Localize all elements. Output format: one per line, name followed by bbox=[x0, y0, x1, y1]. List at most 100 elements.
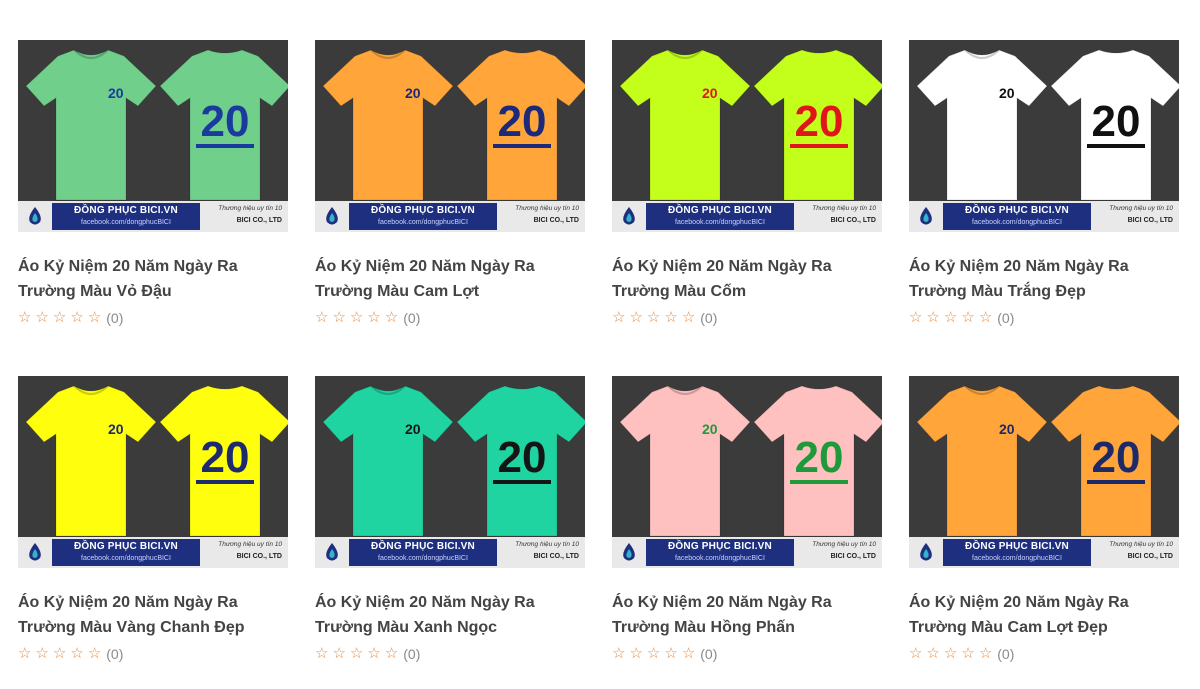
facebook-link: facebook.com/dongphucBICI bbox=[81, 219, 171, 226]
product-card: 20 20 ĐỒNG PHỤC BICI.VN facebook.com/don… bbox=[18, 40, 288, 327]
product-card: 20 20 ĐỒNG PHỤC BICI.VN facebook.com/don… bbox=[909, 40, 1179, 327]
brand-banner: ĐỒNG PHỤC BICI.VN facebook.com/dongphucB… bbox=[18, 201, 288, 232]
brand-name: ĐỒNG PHỤC BICI.VN bbox=[74, 205, 178, 216]
star-outline-icon: ☆ bbox=[664, 645, 678, 662]
facebook-link: facebook.com/dongphucBICI bbox=[378, 555, 468, 562]
product-card: 20 20 ĐỒNG PHỤC BICI.VN facebook.com/don… bbox=[612, 40, 882, 327]
star-outline-icon: ☆ bbox=[629, 309, 643, 326]
tshirt-front-image: 20 bbox=[322, 385, 454, 537]
svg-text:20: 20 bbox=[108, 85, 124, 101]
product-title-line1: Áo Kỷ Niệm 20 Năm Ngày Ra bbox=[315, 594, 535, 611]
tshirt-front-image: 20 bbox=[25, 385, 157, 537]
star-outline-icon: ☆ bbox=[367, 645, 381, 662]
star-outline-icon: ☆ bbox=[87, 309, 102, 326]
tshirt-back-image: 20 bbox=[1050, 385, 1179, 537]
brand-slogan: Thương hiệu uy tín 10 bbox=[218, 541, 282, 548]
star-outline-icon: ☆ bbox=[612, 645, 626, 662]
product-title-line2: Trường Màu Vỏ Đậu bbox=[18, 283, 172, 300]
tshirt-back-image: 20 bbox=[753, 49, 882, 201]
tshirt-back-image: 20 bbox=[1050, 49, 1179, 201]
product-title-line2: Trường Màu Hồng Phấn bbox=[612, 619, 795, 636]
product-thumbnail[interactable]: 20 20 ĐỒNG PHỤC BICI.VN facebook.com/don… bbox=[18, 40, 288, 232]
bici-logo-icon bbox=[29, 207, 41, 225]
product-thumbnail[interactable]: 20 20 ĐỒNG PHỤC BICI.VN facebook.com/don… bbox=[612, 376, 882, 568]
brand-banner: ĐỒNG PHỤC BICI.VN facebook.com/dongphucB… bbox=[612, 537, 882, 568]
star-outline-icon: ☆ bbox=[978, 645, 993, 662]
star-outline-icon: ☆ bbox=[315, 645, 329, 662]
product-rating: ☆ ☆ ☆ ☆ ☆ (0) bbox=[612, 309, 882, 327]
facebook-link: facebook.com/dongphucBICI bbox=[675, 219, 765, 226]
facebook-link: facebook.com/dongphucBICI bbox=[675, 555, 765, 562]
product-thumbnail[interactable]: 20 20 ĐỒNG PHỤC BICI.VN facebook.com/don… bbox=[612, 40, 882, 232]
brand-name: ĐỒNG PHỤC BICI.VN bbox=[965, 541, 1069, 552]
tshirt-back-image: 20 bbox=[753, 385, 882, 537]
brand-slogan: Thương hiệu uy tín 10 bbox=[1109, 205, 1173, 212]
product-card: 20 20 ĐỒNG PHỤC BICI.VN facebook.com/don… bbox=[612, 376, 882, 663]
tshirt-front-image: 20 bbox=[619, 49, 751, 201]
star-outline-icon: ☆ bbox=[926, 645, 940, 662]
product-title-line2: Trường Màu Cam Lợt bbox=[315, 283, 480, 300]
brand-name: ĐỒNG PHỤC BICI.VN bbox=[74, 541, 178, 552]
product-thumbnail[interactable]: 20 20 ĐỒNG PHỤC BICI.VN facebook.com/don… bbox=[909, 40, 1179, 232]
star-outline-icon: ☆ bbox=[926, 309, 940, 326]
svg-text:20: 20 bbox=[405, 421, 421, 437]
tshirt-front-image: 20 bbox=[916, 385, 1048, 537]
tshirt-front-image: 20 bbox=[322, 49, 454, 201]
svg-text:20: 20 bbox=[498, 97, 547, 146]
star-outline-icon: ☆ bbox=[681, 309, 696, 326]
star-outline-icon: ☆ bbox=[332, 309, 346, 326]
svg-text:20: 20 bbox=[795, 433, 844, 482]
brand-banner: ĐỒNG PHỤC BICI.VN facebook.com/dongphucB… bbox=[909, 201, 1179, 232]
product-card: 20 20 ĐỒNG PHỤC BICI.VN facebook.com/don… bbox=[315, 40, 585, 327]
star-outline-icon: ☆ bbox=[52, 309, 67, 326]
product-card: 20 20 ĐỒNG PHỤC BICI.VN facebook.com/don… bbox=[18, 376, 288, 663]
star-outline-icon: ☆ bbox=[367, 309, 381, 326]
brand-slogan: Thương hiệu uy tín 10 bbox=[515, 205, 579, 212]
star-outline-icon: ☆ bbox=[70, 645, 84, 662]
product-thumbnail[interactable]: 20 20 ĐỒNG PHỤC BICI.VN facebook.com/don… bbox=[909, 376, 1179, 568]
product-title-line1: Áo Kỷ Niệm 20 Năm Ngày Ra bbox=[18, 258, 238, 275]
star-outline-icon: ☆ bbox=[18, 645, 32, 662]
svg-text:20: 20 bbox=[702, 421, 718, 437]
star-outline-icon: ☆ bbox=[943, 645, 958, 662]
brand-name: ĐỒNG PHỤC BICI.VN bbox=[371, 541, 475, 552]
star-outline-icon: ☆ bbox=[909, 645, 923, 662]
svg-text:20: 20 bbox=[201, 433, 250, 482]
product-thumbnail[interactable]: 20 20 ĐỒNG PHỤC BICI.VN facebook.com/don… bbox=[18, 376, 288, 568]
product-thumbnail[interactable]: 20 20 ĐỒNG PHỤC BICI.VN facebook.com/don… bbox=[315, 40, 585, 232]
bici-logo-icon bbox=[326, 543, 338, 561]
star-outline-icon: ☆ bbox=[384, 645, 399, 662]
tshirt-back-image: 20 bbox=[159, 385, 288, 537]
company-name: BICI CO., LTD bbox=[533, 217, 579, 224]
product-title-link[interactable]: Áo Kỷ Niệm 20 Năm Ngày Ra Trường Màu Cốm bbox=[612, 254, 882, 304]
product-title-link[interactable]: Áo Kỷ Niệm 20 Năm Ngày Ra Trường Màu Vàn… bbox=[18, 590, 288, 640]
star-outline-icon: ☆ bbox=[629, 645, 643, 662]
svg-text:20: 20 bbox=[498, 433, 547, 482]
product-title-link[interactable]: Áo Kỷ Niệm 20 Năm Ngày Ra Trường Màu Vỏ … bbox=[18, 254, 288, 304]
product-title-link[interactable]: Áo Kỷ Niệm 20 Năm Ngày Ra Trường Màu Xan… bbox=[315, 590, 585, 640]
facebook-link: facebook.com/dongphucBICI bbox=[972, 555, 1062, 562]
product-title-link[interactable]: Áo Kỷ Niệm 20 Năm Ngày Ra Trường Màu Cam… bbox=[315, 254, 585, 304]
star-outline-icon: ☆ bbox=[681, 645, 696, 662]
star-outline-icon: ☆ bbox=[646, 645, 661, 662]
product-thumbnail[interactable]: 20 20 ĐỒNG PHỤC BICI.VN facebook.com/don… bbox=[315, 376, 585, 568]
star-outline-icon: ☆ bbox=[35, 645, 49, 662]
star-outline-icon: ☆ bbox=[35, 309, 49, 326]
star-outline-icon: ☆ bbox=[961, 645, 975, 662]
tshirt-front-image: 20 bbox=[25, 49, 157, 201]
star-outline-icon: ☆ bbox=[612, 309, 626, 326]
product-title-link[interactable]: Áo Kỷ Niệm 20 Năm Ngày Ra Trường Màu Hồn… bbox=[612, 590, 882, 640]
tshirt-front-image: 20 bbox=[619, 385, 751, 537]
brand-banner: ĐỒNG PHỤC BICI.VN facebook.com/dongphucB… bbox=[315, 201, 585, 232]
product-rating: ☆ ☆ ☆ ☆ ☆ (0) bbox=[18, 645, 288, 663]
brand-slogan: Thương hiệu uy tín 10 bbox=[515, 541, 579, 548]
star-outline-icon: ☆ bbox=[961, 309, 975, 326]
brand-slogan: Thương hiệu uy tín 10 bbox=[812, 541, 876, 548]
product-title-link[interactable]: Áo Kỷ Niệm 20 Năm Ngày Ra Trường Màu Trắ… bbox=[909, 254, 1179, 304]
product-title-link[interactable]: Áo Kỷ Niệm 20 Năm Ngày Ra Trường Màu Cam… bbox=[909, 590, 1179, 640]
tshirt-front-image: 20 bbox=[916, 49, 1048, 201]
star-outline-icon: ☆ bbox=[52, 645, 67, 662]
brand-banner: ĐỒNG PHỤC BICI.VN facebook.com/dongphucB… bbox=[612, 201, 882, 232]
company-name: BICI CO., LTD bbox=[533, 553, 579, 560]
svg-text:20: 20 bbox=[405, 85, 421, 101]
